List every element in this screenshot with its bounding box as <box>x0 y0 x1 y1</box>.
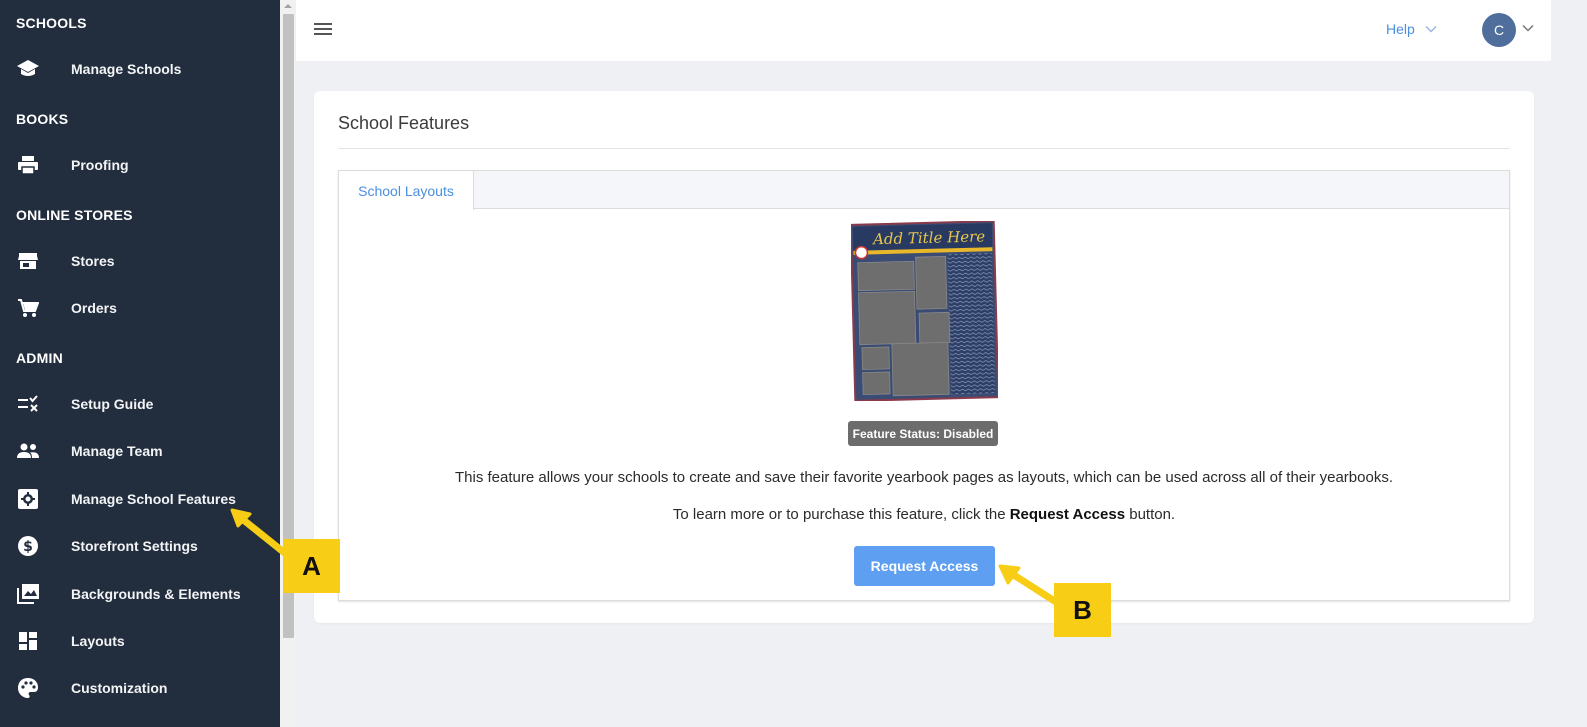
dashboard-icon <box>16 630 40 652</box>
scroll-up-icon[interactable] <box>283 2 293 10</box>
chevron-down-icon[interactable] <box>1522 24 1534 32</box>
chevron-down-icon <box>1425 25 1437 33</box>
sidebar-item-label: Manage Team <box>71 443 163 459</box>
sidebar-item-setup-guide[interactable]: Setup Guide <box>0 384 280 424</box>
learn-more-bold: Request Access <box>1009 506 1126 523</box>
svg-text:$: $ <box>23 539 33 555</box>
feature-status-badge: Feature Status: Disabled <box>848 421 998 446</box>
sidebar-item-label: Layouts <box>71 633 125 649</box>
title-divider <box>338 148 1510 149</box>
sidebar-item-label: Backgrounds & Elements <box>71 586 241 602</box>
callout-a-arrow-icon <box>230 508 290 558</box>
learn-more-suffix: button. <box>1125 506 1176 523</box>
sidebar-item-proofing[interactable]: Proofing <box>0 145 280 185</box>
checklist-icon <box>16 393 40 415</box>
request-access-button[interactable]: Request Access <box>854 546 995 586</box>
help-label: Help <box>1386 21 1415 37</box>
settings-box-icon <box>16 488 40 510</box>
section-heading-schools: SCHOOLS <box>16 15 87 31</box>
sidebar-item-label: Manage Schools <box>71 61 182 77</box>
dollar-circle-icon: $ <box>16 535 40 557</box>
page-title: School Features <box>338 113 470 133</box>
callout-b-arrow-icon <box>998 564 1060 606</box>
people-icon <box>16 440 40 462</box>
sidebar-item-stores[interactable]: Stores <box>0 241 280 281</box>
sidebar: SCHOOLS Manage Schools BOOKS Proofing ON… <box>0 0 280 727</box>
feature-description: This feature allows your schools to crea… <box>455 469 1393 486</box>
help-menu[interactable]: Help <box>1386 21 1437 37</box>
sidebar-item-orders[interactable]: Orders <box>0 288 280 328</box>
tab-school-layouts[interactable]: School Layouts <box>339 171 474 210</box>
sidebar-item-label: Storefront Settings <box>71 538 198 554</box>
section-heading-books: BOOKS <box>16 111 69 127</box>
sidebar-item-label: Setup Guide <box>71 396 154 412</box>
photo-library-icon <box>16 583 40 605</box>
cart-icon <box>16 297 40 319</box>
storefront-icon <box>16 250 40 272</box>
graduation-cap-icon <box>16 58 40 80</box>
sidebar-item-label: Manage School Features <box>71 491 236 507</box>
tab-panel: School Layouts Add Title Here Feature St… <box>338 170 1510 601</box>
sidebar-item-layouts[interactable]: Layouts <box>0 621 280 661</box>
sidebar-item-label: Customization <box>71 680 168 696</box>
sidebar-item-label: Proofing <box>71 157 129 173</box>
user-avatar[interactable]: C <box>1482 13 1516 47</box>
preview-title-text: Add Title Here <box>871 227 986 248</box>
learn-more-text: To learn more or to purchase this featur… <box>339 506 1509 523</box>
hamburger-menu-icon[interactable] <box>313 20 333 38</box>
sidebar-item-label: Orders <box>71 300 117 316</box>
section-heading-admin: ADMIN <box>16 350 63 366</box>
palette-icon <box>16 677 40 699</box>
callout-label-b: B <box>1054 583 1111 637</box>
learn-more-prefix: To learn more or to purchase this featur… <box>672 506 1010 523</box>
sidebar-item-backgrounds-elements[interactable]: Backgrounds & Elements <box>0 574 280 614</box>
sidebar-item-manage-team[interactable]: Manage Team <box>0 431 280 471</box>
printer-icon <box>16 154 40 176</box>
callout-label-a: A <box>283 539 340 593</box>
sidebar-item-manage-schools[interactable]: Manage Schools <box>0 49 280 89</box>
sidebar-item-customization[interactable]: Customization <box>0 668 280 708</box>
tab-bar <box>339 171 1509 209</box>
school-features-card: School Features School Layouts Add Title… <box>314 91 1534 623</box>
layout-preview-image: Add Title Here <box>851 221 998 401</box>
top-bar: Help C <box>296 0 1551 61</box>
section-heading-online-stores: ONLINE STORES <box>16 207 133 223</box>
sidebar-item-label: Stores <box>71 253 115 269</box>
